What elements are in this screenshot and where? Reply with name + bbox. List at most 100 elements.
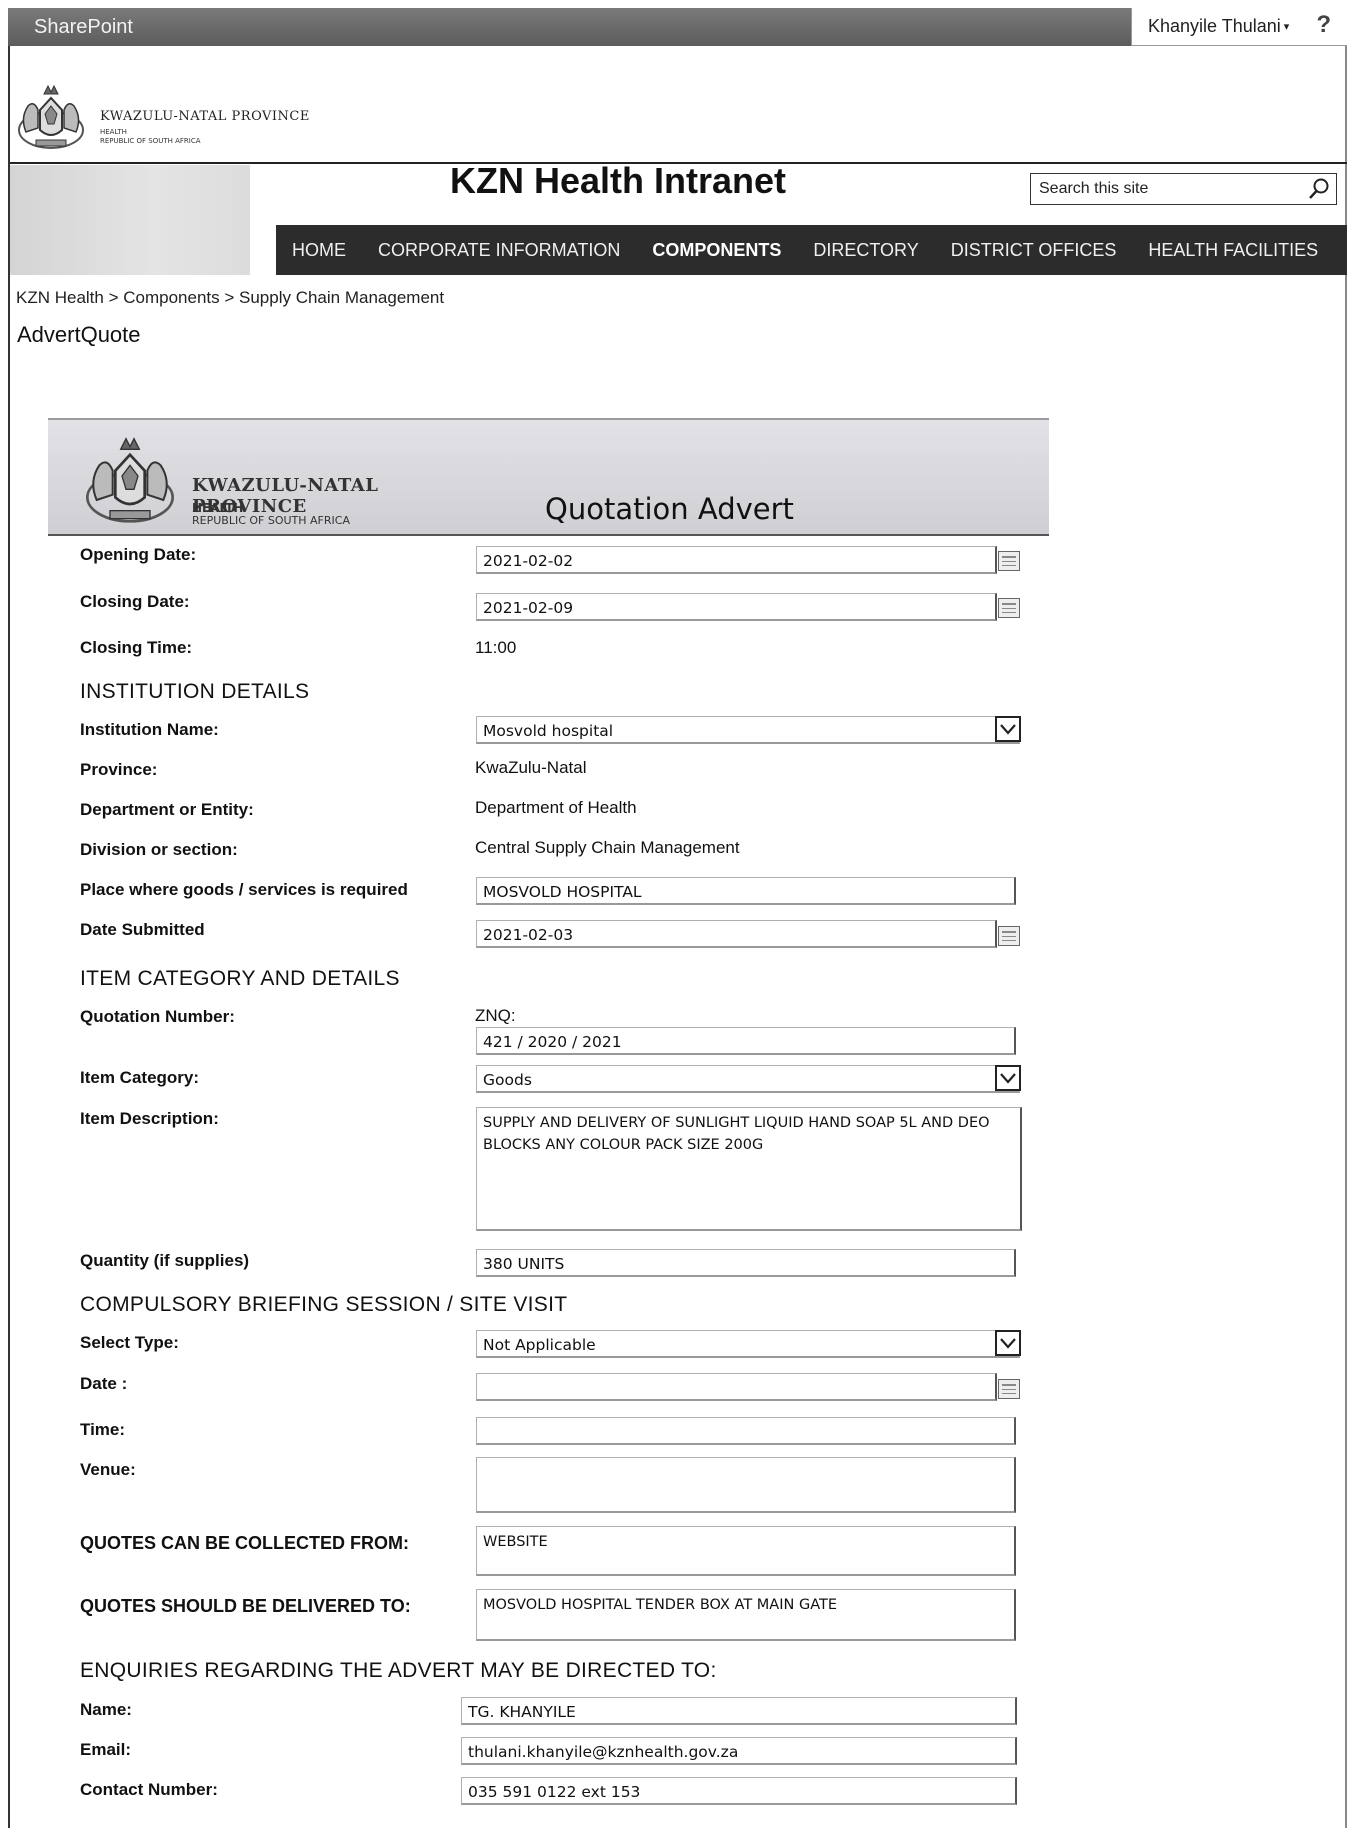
page-title: AdvertQuote xyxy=(17,322,141,347)
closing-time-value: 11:00 xyxy=(475,638,517,657)
section-briefing-session: COMPULSORY BRIEFING SESSION / SITE VISIT xyxy=(80,1293,568,1316)
coat-of-arms-icon xyxy=(18,84,84,149)
form-title: Quotation Advert xyxy=(545,492,794,526)
chevron-down-icon: ▾ xyxy=(1283,21,1290,33)
delivered-to-textarea[interactable]: MOSVOLD HOSPITAL TENDER BOX AT MAIN GATE xyxy=(476,1589,1016,1641)
opening-date-label: Opening Date: xyxy=(80,545,197,564)
opening-date-field[interactable]: 2021-02-02 xyxy=(476,546,997,574)
department-label: Department or Entity: xyxy=(80,800,254,819)
department-value: Department of Health xyxy=(475,798,637,817)
calendar-icon[interactable] xyxy=(998,1379,1020,1399)
user-name-label: Khanyile Thulani xyxy=(1148,16,1281,36)
contact-number-label: Contact Number: xyxy=(80,1780,218,1799)
select-type-select[interactable]: Not Applicable xyxy=(476,1330,1021,1358)
quotation-number-value: 421 / 2020 / 2021 xyxy=(483,1033,622,1051)
site-logo[interactable]: KWAZULU-NATAL PROVINCE HEALTH REPUBLIC O… xyxy=(12,80,332,154)
section-institution-details: INSTITUTION DETAILS xyxy=(80,680,310,703)
logo-province-text: KWAZULU-NATAL PROVINCE xyxy=(100,109,310,124)
breadcrumb[interactable]: KZN Health > Components > Supply Chain M… xyxy=(16,288,444,308)
chevron-down-icon[interactable] xyxy=(995,1065,1021,1091)
contact-name-value: TG. KHANYILE xyxy=(468,1703,576,1721)
nav-home[interactable]: HOME xyxy=(292,240,346,261)
form-banner: KWAZULU-NATAL PROVINCE HEALTH REPUBLIC O… xyxy=(48,418,1049,536)
division-label: Division or section: xyxy=(80,840,238,859)
nav-health-facilities[interactable]: HEALTH FACILITIES xyxy=(1148,240,1318,261)
header-grey-panel xyxy=(10,165,250,275)
user-name[interactable]: Khanyile Thulani ▾ xyxy=(1148,16,1289,37)
item-category-select[interactable]: Goods xyxy=(476,1065,1021,1093)
quotation-number-prefix: ZNQ: xyxy=(475,1006,516,1025)
nav-components[interactable]: COMPONENTS xyxy=(652,240,781,261)
quotation-number-field[interactable]: 421 / 2020 / 2021 xyxy=(476,1027,1016,1055)
search-icon[interactable] xyxy=(1308,177,1330,201)
quotation-number-label: Quotation Number: xyxy=(80,1007,235,1026)
item-description-textarea[interactable]: SUPPLY AND DELIVERY OF SUNLIGHT LIQUID H… xyxy=(476,1107,1022,1231)
institution-name-select[interactable]: Mosvold hospital xyxy=(476,716,1021,744)
province-label: Province: xyxy=(80,760,158,779)
help-icon[interactable]: ? xyxy=(1316,11,1331,39)
contact-number-value: 035 591 0122 ext 153 xyxy=(468,1783,641,1801)
logo-republic-text: REPUBLIC OF SOUTH AFRICA xyxy=(100,137,201,145)
institution-name-value: Mosvold hospital xyxy=(483,722,614,740)
date-submitted-label: Date Submitted xyxy=(80,920,205,939)
delivered-to-label: QUOTES SHOULD BE DELIVERED TO: xyxy=(80,1596,411,1616)
date-submitted-field[interactable]: 2021-02-03 xyxy=(476,920,997,948)
contact-name-field[interactable]: TG. KHANYILE xyxy=(461,1697,1017,1725)
calendar-icon[interactable] xyxy=(998,551,1020,571)
nav-directory[interactable]: DIRECTORY xyxy=(813,240,918,261)
briefing-time-field[interactable] xyxy=(476,1417,1016,1445)
place-label: Place where goods / services is required xyxy=(80,880,408,899)
contact-email-value: thulani.khanyile@kznhealth.gov.za xyxy=(468,1743,739,1761)
search-input[interactable] xyxy=(1031,174,1301,204)
closing-time-label: Closing Time: xyxy=(80,638,193,657)
quantity-value: 380 UNITS xyxy=(483,1255,565,1273)
calendar-icon[interactable] xyxy=(998,598,1020,618)
nav-district-offices[interactable]: DISTRICT OFFICES xyxy=(951,240,1117,261)
banner-health-text: HEALTH xyxy=(192,501,244,515)
suite-bar: SharePoint Khanyile Thulani ▾ ? xyxy=(8,8,1347,46)
institution-name-label: Institution Name: xyxy=(80,720,219,739)
calendar-icon[interactable] xyxy=(998,926,1020,946)
item-category-label: Item Category: xyxy=(80,1068,200,1087)
banner-logo: KWAZULU-NATAL PROVINCE HEALTH REPUBLIC O… xyxy=(78,430,478,530)
search-box[interactable] xyxy=(1030,173,1337,205)
top-navigation: HOME CORPORATE INFORMATION COMPONENTS DI… xyxy=(276,225,1347,275)
select-type-value: Not Applicable xyxy=(483,1336,596,1354)
date-submitted-value: 2021-02-03 xyxy=(483,926,574,944)
quantity-field[interactable]: 380 UNITS xyxy=(476,1249,1016,1277)
closing-date-field[interactable]: 2021-02-09 xyxy=(476,593,997,621)
item-description-value: SUPPLY AND DELIVERY OF SUNLIGHT LIQUID H… xyxy=(483,1115,990,1153)
briefing-date-label: Date : xyxy=(80,1374,128,1393)
sharepoint-brand-link[interactable]: SharePoint xyxy=(34,16,133,39)
venue-textarea[interactable] xyxy=(476,1457,1016,1513)
province-value: KwaZulu-Natal xyxy=(475,758,587,777)
user-menu[interactable]: Khanyile Thulani ▾ ? xyxy=(1131,8,1347,46)
section-item-category: ITEM CATEGORY AND DETAILS xyxy=(80,967,400,990)
site-title[interactable]: KZN Health Intranet xyxy=(450,160,786,202)
opening-date-value: 2021-02-02 xyxy=(483,552,574,570)
division-value: Central Supply Chain Management xyxy=(475,838,740,857)
delivered-to-value: MOSVOLD HOSPITAL TENDER BOX AT MAIN GATE xyxy=(483,1597,838,1613)
closing-date-label: Closing Date: xyxy=(80,592,190,611)
contact-email-label: Email: xyxy=(80,1740,132,1759)
collected-from-value: WEBSITE xyxy=(483,1534,548,1550)
select-type-label: Select Type: xyxy=(80,1333,179,1352)
contact-name-label: Name: xyxy=(80,1700,132,1719)
chevron-down-icon[interactable] xyxy=(995,1330,1021,1356)
collected-from-textarea[interactable]: WEBSITE xyxy=(476,1526,1016,1576)
chevron-down-icon[interactable] xyxy=(995,716,1021,742)
coat-of-arms-icon xyxy=(86,437,174,523)
banner-republic-text: REPUBLIC OF SOUTH AFRICA xyxy=(192,514,350,527)
item-category-value: Goods xyxy=(483,1071,532,1089)
quantity-label: Quantity (if supplies) xyxy=(80,1251,250,1270)
contact-number-field[interactable]: 035 591 0122 ext 153 xyxy=(461,1777,1017,1805)
contact-email-field[interactable]: thulani.khanyile@kznhealth.gov.za xyxy=(461,1737,1017,1765)
collected-from-label: QUOTES CAN BE COLLECTED FROM: xyxy=(80,1533,409,1553)
briefing-date-field[interactable] xyxy=(476,1373,997,1401)
briefing-time-label: Time: xyxy=(80,1420,126,1439)
place-field[interactable]: MOSVOLD HOSPITAL xyxy=(476,877,1016,905)
section-enquiries: ENQUIRIES REGARDING THE ADVERT MAY BE DI… xyxy=(80,1659,717,1682)
item-description-label: Item Description: xyxy=(80,1109,219,1128)
logo-health-text: HEALTH xyxy=(100,128,127,136)
nav-corporate-information[interactable]: CORPORATE INFORMATION xyxy=(378,240,620,261)
